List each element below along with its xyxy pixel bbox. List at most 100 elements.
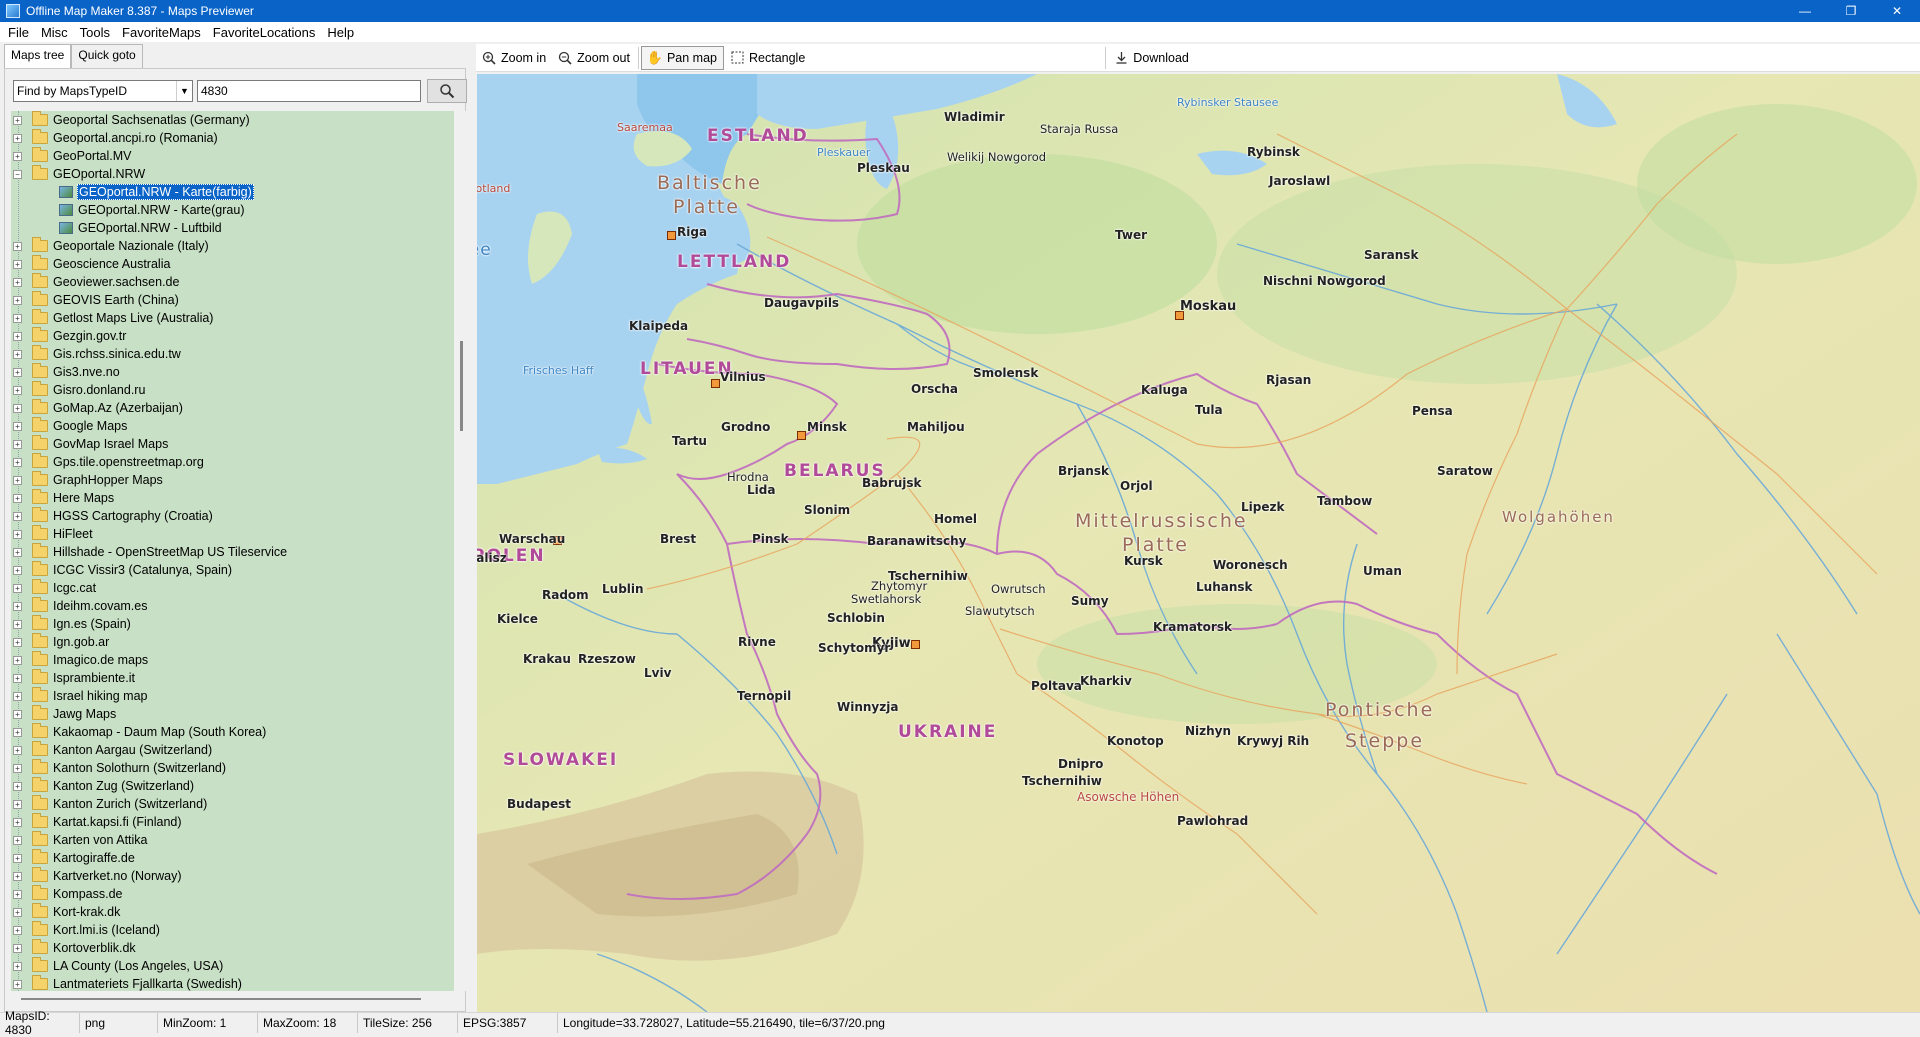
expand-icon[interactable]: + (13, 403, 22, 413)
tree-folder-item[interactable]: + Kartat.kapsi.fi (Finland) (11, 813, 454, 831)
tree-folder-item[interactable]: + ICGC Vissir3 (Catalunya, Spain) (11, 561, 454, 579)
expand-icon[interactable]: + (13, 979, 22, 989)
menu-favorite-locations[interactable]: FavoriteLocations (207, 25, 322, 40)
tree-folder-item[interactable]: + Icgc.cat (11, 579, 454, 597)
tree-folder-item[interactable]: + GeoPortal.MV (11, 147, 454, 165)
expand-icon[interactable]: + (13, 799, 22, 809)
expand-icon[interactable]: + (13, 511, 22, 521)
menu-misc[interactable]: Misc (35, 25, 74, 40)
collapse-icon[interactable]: − (13, 169, 22, 179)
maximize-button[interactable]: ❐ (1828, 0, 1874, 22)
menu-help[interactable]: Help (321, 25, 360, 40)
expand-icon[interactable]: + (13, 655, 22, 665)
expand-icon[interactable]: + (13, 583, 22, 593)
expand-icon[interactable]: + (13, 367, 22, 377)
expand-icon[interactable]: + (13, 961, 22, 971)
tab-quick-goto[interactable]: Quick goto (71, 44, 143, 68)
tree-folder-item[interactable]: + Karten von Attika (11, 831, 454, 849)
expand-icon[interactable]: + (13, 745, 22, 755)
tree-folder-item[interactable]: + Geoportal.ancpi.ro (Romania) (11, 129, 454, 147)
zoom-out-button[interactable]: Zoom out (552, 46, 636, 70)
rectangle-button[interactable]: Rectangle (724, 46, 811, 70)
expand-icon[interactable]: + (13, 277, 22, 287)
tree-folder-item[interactable]: + Kort.lmi.is (Iceland) (11, 921, 454, 939)
expand-icon[interactable]: + (13, 601, 22, 611)
expand-icon[interactable]: + (13, 835, 22, 845)
tree-folder-item[interactable]: + Kanton Zurich (Switzerland) (11, 795, 454, 813)
expand-icon[interactable]: + (13, 547, 22, 557)
tree-folder-item[interactable]: + Geoportal Sachsenatlas (Germany) (11, 111, 454, 129)
close-button[interactable]: ✕ (1874, 0, 1920, 22)
expand-icon[interactable]: + (13, 907, 22, 917)
scroll-thumb[interactable] (460, 341, 463, 431)
tree-folder-item[interactable]: + Israel hiking map (11, 687, 454, 705)
tree-folder-item[interactable]: + Kakaomap - Daum Map (South Korea) (11, 723, 454, 741)
expand-icon[interactable]: + (13, 925, 22, 935)
expand-icon[interactable]: + (13, 421, 22, 431)
tree-horizontal-scrollbar[interactable] (11, 993, 454, 1003)
tree-folder-item[interactable]: + HGSS Cartography (Croatia) (11, 507, 454, 525)
tree-folder-item[interactable]: + Gezgin.gov.tr (11, 327, 454, 345)
tab-maps-tree[interactable]: Maps tree (4, 44, 72, 69)
expand-icon[interactable]: + (13, 529, 22, 539)
tree-folder-item[interactable]: + GraphHopper Maps (11, 471, 454, 489)
tree-folder-item[interactable]: + Google Maps (11, 417, 454, 435)
expand-icon[interactable]: + (13, 853, 22, 863)
tree-folder-item[interactable]: + Gisro.donland.ru (11, 381, 454, 399)
tree-folder-item[interactable]: − GEOportal.NRW (11, 165, 454, 183)
tree-folder-item[interactable]: + HiFleet (11, 525, 454, 543)
menu-file[interactable]: File (2, 25, 35, 40)
search-input[interactable] (197, 80, 421, 102)
expand-icon[interactable]: + (13, 565, 22, 575)
tree-folder-item[interactable]: + Kanton Aargau (Switzerland) (11, 741, 454, 759)
expand-icon[interactable]: + (13, 457, 22, 467)
tree-vertical-scrollbar[interactable] (456, 111, 468, 991)
tree-folder-item[interactable]: + Imagico.de maps (11, 651, 454, 669)
tree-folder-item[interactable]: + Gis3.nve.no (11, 363, 454, 381)
expand-icon[interactable]: + (13, 295, 22, 305)
expand-icon[interactable]: + (13, 691, 22, 701)
tree-folder-item[interactable]: + GoMap.Az (Azerbaijan) (11, 399, 454, 417)
tree-folder-item[interactable]: + Ign.es (Spain) (11, 615, 454, 633)
expand-icon[interactable]: + (13, 943, 22, 953)
tree-folder-item[interactable]: + Kortoverblik.dk (11, 939, 454, 957)
expand-icon[interactable]: + (13, 385, 22, 395)
expand-icon[interactable]: + (13, 349, 22, 359)
expand-icon[interactable]: + (13, 439, 22, 449)
expand-icon[interactable]: + (13, 817, 22, 827)
expand-icon[interactable]: + (13, 259, 22, 269)
tree-folder-item[interactable]: + Gps.tile.openstreetmap.org (11, 453, 454, 471)
tree-folder-item[interactable]: + Kanton Solothurn (Switzerland) (11, 759, 454, 777)
tree-folder-item[interactable]: + Kartverket.no (Norway) (11, 867, 454, 885)
tree-folder-item[interactable]: + Getlost Maps Live (Australia) (11, 309, 454, 327)
expand-icon[interactable]: + (13, 781, 22, 791)
tree-folder-item[interactable]: + Hillshade - OpenStreetMap US Tileservic… (11, 543, 454, 561)
expand-icon[interactable]: + (13, 763, 22, 773)
scroll-thumb[interactable] (21, 998, 421, 1000)
tree-folder-item[interactable]: + Kanton Zug (Switzerland) (11, 777, 454, 795)
expand-icon[interactable]: + (13, 871, 22, 881)
expand-icon[interactable]: + (13, 727, 22, 737)
zoom-in-button[interactable]: Zoom in (476, 46, 552, 70)
tree-folder-item[interactable]: + Lantmateriets Fjallkarta (Swedish) (11, 975, 454, 991)
map-viewport[interactable]: ESTLAND LETTLAND LITAUEN BELARUS POLEN U… (477, 74, 1920, 1012)
chevron-down-icon[interactable]: ▼ (176, 81, 192, 101)
expand-icon[interactable]: + (13, 475, 22, 485)
expand-icon[interactable]: + (13, 241, 22, 251)
panel-splitter[interactable] (470, 42, 476, 1012)
tree-folder-item[interactable]: + Kort-krak.dk (11, 903, 454, 921)
tree-folder-item[interactable]: + GovMap Israel Maps (11, 435, 454, 453)
expand-icon[interactable]: + (13, 313, 22, 323)
download-button[interactable]: Download (1108, 46, 1195, 70)
expand-icon[interactable]: + (13, 673, 22, 683)
tree-map-item[interactable]: GEOportal.NRW - Karte(grau) (11, 201, 454, 219)
tree-folder-item[interactable]: + GEOVIS Earth (China) (11, 291, 454, 309)
tree-folder-item[interactable]: + LA County (Los Angeles, USA) (11, 957, 454, 975)
tree-folder-item[interactable]: + Here Maps (11, 489, 454, 507)
expand-icon[interactable]: + (13, 619, 22, 629)
search-button[interactable] (427, 79, 467, 103)
menu-favorite-maps[interactable]: FavoriteMaps (116, 25, 207, 40)
tree-map-item[interactable]: GEOportal.NRW - Karte(farbig) (11, 183, 454, 201)
expand-icon[interactable]: + (13, 709, 22, 719)
expand-icon[interactable]: + (13, 637, 22, 647)
